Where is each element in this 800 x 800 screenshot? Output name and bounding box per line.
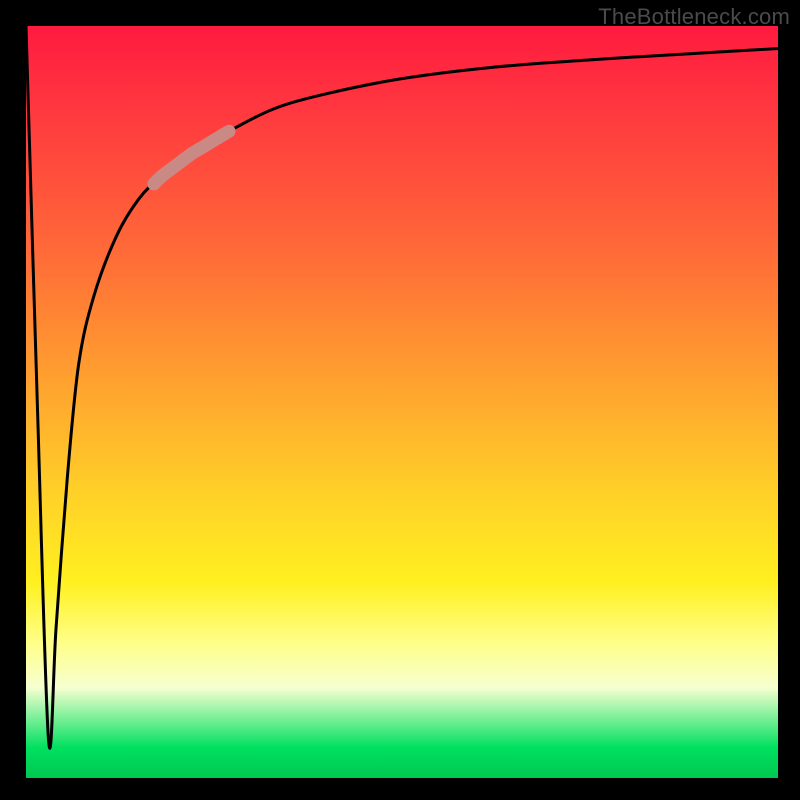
bottleneck-curve xyxy=(26,26,778,778)
watermark-text: TheBottleneck.com xyxy=(598,4,790,30)
plot-area xyxy=(26,26,778,778)
chart-frame: TheBottleneck.com xyxy=(0,0,800,800)
curve-path xyxy=(26,26,778,748)
curve-highlight xyxy=(154,131,229,184)
